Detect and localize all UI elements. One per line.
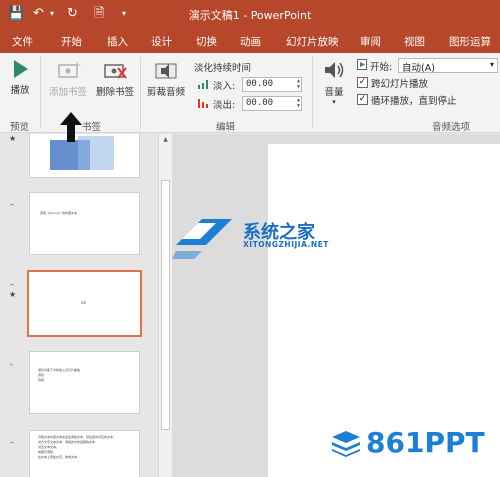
start-label: 开始: <box>370 62 393 73</box>
animation-star-icon: ★ <box>9 290 17 299</box>
tab-slideshow[interactable]: 幻灯片放映 <box>286 34 339 49</box>
play-label: 播放 <box>10 85 30 96</box>
powerpoint-window: 💾 ↶ ▾ ↻ 🗎 ▾ 演示文稿1 - PowerPoint 文件 开始 插入 … <box>0 0 500 477</box>
xitongzhijia-logo-icon <box>172 219 232 259</box>
remove-bookmark-button[interactable]: 删除书签 <box>93 59 137 98</box>
group-separator <box>40 57 41 129</box>
group-separator <box>140 57 141 129</box>
volume-dropdown-icon: ▾ <box>332 98 336 106</box>
add-bookmark-icon: + <box>58 60 81 78</box>
start-icon <box>357 59 367 70</box>
slide-thumbnail[interactable] <box>29 134 140 178</box>
chevron-down-icon: ▾ <box>489 60 494 69</box>
group-bookmarks-label: 书签 <box>82 122 102 133</box>
play-icon <box>14 60 28 78</box>
spinner-arrows-icon[interactable]: ▲ ▼ <box>297 78 300 90</box>
slide-image-thumbnail <box>50 136 114 170</box>
play-across-slides-checkbox[interactable]: ✓ <box>357 77 368 88</box>
tab-home[interactable]: 开始 <box>61 34 82 49</box>
slide-marker: – <box>10 280 14 289</box>
group-edit-label: 编辑 <box>216 122 236 133</box>
trim-audio-button[interactable]: 剪裁音频 <box>144 59 188 98</box>
play-button[interactable]: 播放 <box>6 59 34 96</box>
tab-review[interactable]: 审阅 <box>360 34 381 49</box>
slide-marker: - <box>10 360 13 369</box>
add-bookmark-label: 添加书签 <box>48 87 87 98</box>
scrollbar-thumb[interactable] <box>161 180 170 430</box>
tab-shape-ops[interactable]: 图形运算 <box>449 34 491 49</box>
cursor-arrow-icon <box>60 112 82 142</box>
thumbnails-scrollbar[interactable]: ▲ <box>158 134 172 477</box>
fade-duration-label: 淡化持续时间 <box>194 63 252 74</box>
fade-in-input[interactable]: 00.00 ▲ ▼ <box>242 77 302 92</box>
slide-thumbnail[interactable]: 鼠标对着下方的加入幻灯片播放 添加 音频 <box>29 351 140 414</box>
slide-marker: – <box>10 200 14 209</box>
slide-marker: – <box>10 438 14 447</box>
tab-view[interactable]: 视图 <box>404 34 425 49</box>
861ppt-logo-icon <box>332 431 360 457</box>
fade-out-label: 淡出: <box>213 100 236 111</box>
window-title: 演示文稿1 - PowerPoint <box>188 9 312 22</box>
volume-icon <box>325 62 344 78</box>
trim-audio-icon <box>155 63 177 79</box>
animation-star-icon: ★ <box>9 134 17 143</box>
fade-in-icon <box>198 80 208 89</box>
remove-bookmark-label: 删除书签 <box>95 87 134 98</box>
trim-audio-label: 剪裁音频 <box>146 87 185 98</box>
spinner-arrows-icon[interactable]: ▲ ▼ <box>297 97 300 109</box>
watermark-url: XITONGZHIJIA.NET <box>243 240 329 249</box>
volume-button[interactable]: 音量 ▾ <box>318 59 350 106</box>
tab-design[interactable]: 设计 <box>151 34 172 49</box>
title-bar: 💾 ↶ ▾ ↻ 🗎 ▾ 演示文稿1 - PowerPoint <box>0 0 500 28</box>
tab-file[interactable]: 文件 <box>12 34 33 49</box>
ribbon-tabs: 文件 开始 插入 设计 切换 动画 幻灯片放映 审阅 视图 图形运算 <box>0 28 500 53</box>
slide-thumbnail[interactable]: 可能文本内容文本在此处添加文本，然后选中对应的文本 对齐文字文本文本，添加的为你… <box>29 430 140 477</box>
fade-out-icon <box>198 99 208 108</box>
loop-label: 循环播放，直到停止 <box>371 96 457 107</box>
slide-thumbnails-pane[interactable]: ★ – 添加《secure》的内容文本 – ★ ab - 鼠标对着下方的加入幻灯… <box>0 134 158 477</box>
loop-checkbox[interactable]: ✓ <box>357 94 368 105</box>
tab-transitions[interactable]: 切换 <box>196 34 217 49</box>
volume-label: 音量 <box>324 87 344 98</box>
svg-text:+: + <box>73 60 81 71</box>
group-separator <box>312 57 313 129</box>
add-bookmark-button[interactable]: + 添加书签 <box>46 59 90 98</box>
tab-insert[interactable]: 插入 <box>107 34 128 49</box>
group-audio-options-label: 音频选项 <box>432 122 471 133</box>
group-preview-label: 预览 <box>10 122 30 133</box>
slide-thumbnail-selected[interactable]: ab <box>27 270 142 337</box>
scroll-up-icon[interactable]: ▲ <box>159 136 172 143</box>
tab-animations[interactable]: 动画 <box>240 34 261 49</box>
slide-thumbnail[interactable]: 添加《secure》的内容文本 <box>29 192 140 255</box>
fade-in-label: 淡入: <box>213 81 236 92</box>
remove-bookmark-icon <box>104 64 127 79</box>
start-dropdown[interactable]: 自动(A) ▾ <box>398 58 498 74</box>
fade-out-input[interactable]: 00.00 ▲ ▼ <box>242 96 302 111</box>
play-across-slides-label: 跨幻灯片播放 <box>371 79 429 90</box>
watermark-861ppt: 861PPT <box>366 426 485 459</box>
